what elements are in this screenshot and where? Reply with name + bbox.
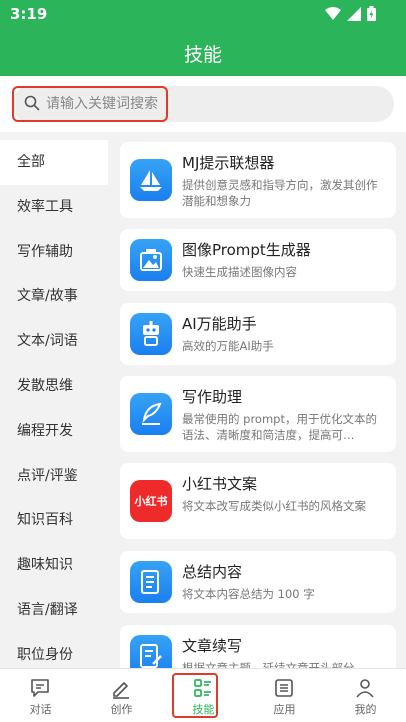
skill-name: 写作助理 [182, 388, 243, 406]
sidebar-item-programming[interactable]: 编程开发 [0, 409, 108, 454]
feather-icon [130, 393, 172, 435]
tab-chat[interactable]: 对话 [0, 669, 81, 722]
wifi-icon [325, 6, 341, 20]
list-icon [275, 679, 293, 697]
tab-label: 技能 [192, 703, 215, 716]
skill-name: 总结内容 [182, 563, 243, 581]
skill-name: 文章续写 [182, 637, 243, 655]
tab-label: 创作 [110, 703, 133, 716]
skill-card[interactable]: 图像Prompt生成器 快速生成描述图像内容 [120, 229, 396, 291]
skills-list: MJ提示联想器 提供创意灵感和指导方向，激发其创作潜能和想象力 图像Prompt… [108, 132, 406, 668]
tab-label: 对话 [29, 703, 52, 716]
xiaohongshu-logo-icon: 小红书 [130, 480, 172, 522]
skill-name: MJ提示联想器 [182, 154, 275, 172]
sidebar-item-writing-aid[interactable]: 写作辅助 [0, 230, 108, 275]
sidebar-item-review[interactable]: 点评/评鉴 [0, 454, 108, 499]
status-icons [325, 6, 376, 21]
pen-icon [113, 682, 129, 699]
sidebar-item-encyclopedia[interactable]: 知识百科 [0, 498, 108, 543]
robot-icon [130, 313, 172, 355]
document-icon [130, 561, 172, 603]
sidebar-item-divergent-thinking[interactable]: 发散思维 [0, 364, 108, 409]
skill-card[interactable]: 文章续写 根据文章主题，延续文章开头部分 [120, 625, 396, 668]
skill-card[interactable]: 小红书 小红书文案 将文本改写成类似小红书的风格文案 [120, 463, 396, 539]
skill-description: 提供创意灵感和指导方向，激发其创作潜能和想象力 [182, 178, 378, 208]
skill-card[interactable]: MJ提示联想器 提供创意灵感和指导方向，激发其创作潜能和想象力 [120, 142, 396, 218]
skill-name: 图像Prompt生成器 [182, 241, 311, 259]
app-bar: 技能 [0, 30, 406, 76]
tab-create[interactable]: 创作 [81, 669, 162, 722]
sidebar-item-efficiency[interactable]: 效率工具 [0, 185, 108, 230]
tab-label: 我的 [354, 703, 377, 716]
skill-description: 根据文章主题，延续文章开头部分 [182, 661, 355, 668]
edit-document-icon [130, 635, 172, 668]
search-section [0, 76, 406, 132]
skills-grid-icon [194, 679, 211, 697]
skill-card[interactable]: 总结内容 将文本内容总结为 100 字 [120, 551, 396, 613]
search-input[interactable] [46, 92, 176, 116]
category-sidebar: 全部 效率工具 写作辅助 文章/故事 文本/词语 发散思维 编程开发 点评/评鉴… [0, 140, 108, 668]
battery-icon [367, 6, 376, 21]
sidebar-item-fun-facts[interactable]: 趣味知识 [0, 543, 108, 588]
sidebar-item-text-words[interactable]: 文本/词语 [0, 319, 108, 364]
page-title: 技能 [183, 44, 222, 66]
chat-icon [31, 679, 49, 697]
skill-description: 快速生成描述图像内容 [182, 265, 297, 279]
xiaohongshu-logo-text: 小红书 [134, 495, 168, 508]
skill-description: 最常使用的 prompt，用于优化文本的语法、清晰度和简洁度，提高可… [182, 412, 377, 442]
skill-card[interactable]: 写作助理 最常使用的 prompt，用于优化文本的语法、清晰度和简洁度，提高可… [120, 376, 396, 452]
skill-description: 高效的万能AI助手 [182, 339, 274, 353]
sidebar-item-all[interactable]: 全部 [0, 140, 108, 185]
skill-name: 小红书文案 [182, 475, 258, 493]
sidebar-item-article-story[interactable]: 文章/故事 [0, 274, 108, 319]
status-time: 3:19 [10, 5, 48, 23]
image-frame-icon [130, 239, 172, 281]
tab-label: 应用 [273, 703, 296, 716]
signal-icon [347, 6, 361, 21]
search-bar[interactable] [12, 86, 394, 122]
skill-card[interactable]: AI万能助手 高效的万能AI助手 [120, 303, 396, 365]
sidebar-item-translation[interactable]: 语言/翻译 [0, 588, 108, 633]
sidebar-item-job-role[interactable]: 职位身份 [0, 633, 108, 668]
skill-description: 将文本内容总结为 100 字 [182, 587, 315, 601]
skill-name: AI万能助手 [182, 315, 257, 333]
tab-profile[interactable]: 我的 [325, 669, 406, 722]
sailboat-icon [130, 159, 172, 201]
status-bar: 3:19 [0, 0, 406, 30]
skill-description: 将文本改写成类似小红书的风格文案 [182, 499, 366, 513]
search-icon [24, 95, 40, 111]
tab-apps[interactable]: 应用 [244, 669, 325, 722]
bottom-tab-bar: 对话 创作 技能 应用 我的 [0, 668, 406, 722]
tab-skills[interactable]: 技能 [163, 669, 244, 722]
person-icon [356, 679, 374, 698]
